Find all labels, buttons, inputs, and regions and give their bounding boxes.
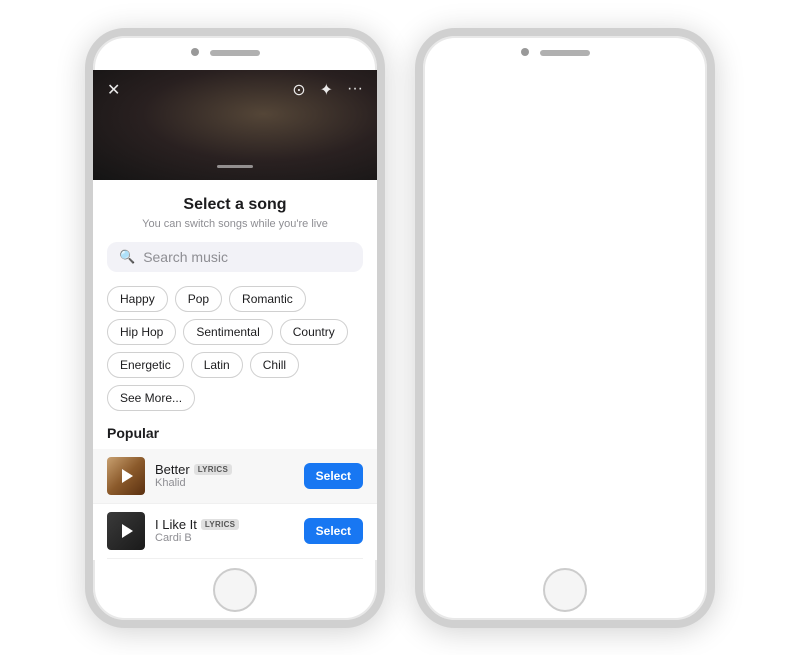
right-phone: LIVE 👁 12 Love to see you shine in the n… [415,28,715,628]
song-list: BetterLYRICSKhalidSelectI Like ItLYRICSC… [107,449,363,560]
swipe-handle [217,165,253,168]
more-icon[interactable]: ··· [347,80,363,100]
tag-item[interactable]: Sentimental [183,319,272,345]
tag-item[interactable]: Chill [250,352,299,378]
play-icon [122,469,133,483]
close-icon[interactable]: ✕ [107,80,120,100]
select-song-button[interactable]: Select [304,518,363,544]
magic-icon[interactable]: ✦ [320,80,333,100]
tag-item[interactable]: Pop [175,286,222,312]
play-icon [122,524,133,538]
camera-icon[interactable]: ⊙ [292,80,305,100]
tag-item[interactable]: Energetic [107,352,184,378]
search-bar[interactable]: 🔍 Search music [107,242,363,272]
tag-item[interactable]: Romantic [229,286,306,312]
song-name: I Like ItLYRICS [155,517,294,532]
tags-container: Happy Pop Romantic Hip Hop Sentimental Countr… [107,286,363,411]
lyrics-badge: LYRICS [194,464,232,475]
song-info: I Like ItLYRICSCardi B [155,517,294,544]
song-thumb [107,457,145,495]
tag-item[interactable]: Hip Hop [107,319,176,345]
left-header-icons: ✕ ⊙ ✦ ··· [93,80,377,100]
left-phone: ✕ ⊙ ✦ ··· Select a song You can switch s… [85,28,385,628]
phone-camera-left [191,48,199,56]
panel-subtitle: You can switch songs while you're live [107,218,363,230]
header-icons-right: ⊙ ✦ ··· [292,80,363,100]
scene: ✕ ⊙ ✦ ··· Select a song You can switch s… [0,0,800,655]
tag-item[interactable]: Happy [107,286,168,312]
lyrics-badge: LYRICS [201,519,239,530]
song-thumb [107,512,145,550]
music-panel: Select a song You can switch songs while… [93,180,377,560]
phone-speaker-right [540,50,590,56]
phone-home-left[interactable] [213,568,257,612]
tag-item[interactable]: Latin [191,352,243,378]
phone-home-right[interactable] [543,568,587,612]
search-placeholder-text: Search music [143,249,228,265]
song-item[interactable]: I Like ItLYRICSCardi B Select [107,504,363,559]
song-item[interactable]: ThunderImagine DragonsSelect [107,559,363,560]
select-song-button[interactable]: Select [304,463,363,489]
left-header-bg: ✕ ⊙ ✦ ··· [93,70,377,180]
phone-camera-right [521,48,529,56]
phone-speaker-left [210,50,260,56]
tag-item[interactable]: See More... [107,385,195,411]
search-icon: 🔍 [119,249,135,265]
panel-title: Select a song [107,196,363,214]
song-name: BetterLYRICS [155,462,294,477]
song-artist: Khalid [155,477,294,489]
left-screen: ✕ ⊙ ✦ ··· Select a song You can switch s… [93,70,377,560]
song-info: BetterLYRICSKhalid [155,462,294,489]
song-artist: Cardi B [155,532,294,544]
song-item[interactable]: BetterLYRICSKhalid Select [93,449,377,504]
tag-item[interactable]: Country [280,319,348,345]
popular-label: Popular [107,425,363,441]
